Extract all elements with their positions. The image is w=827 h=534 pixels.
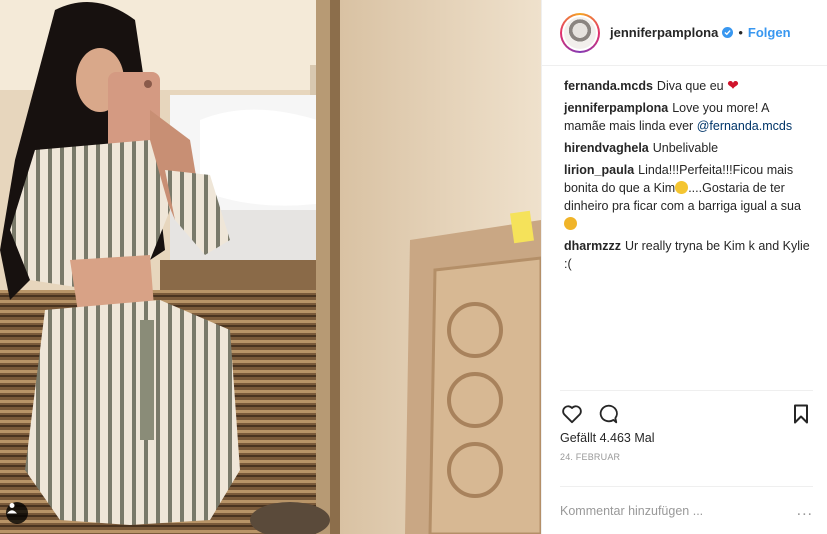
comment-input-area[interactable]: Kommentar hinzufügen ... ... [560,486,813,534]
comment-input[interactable]: Kommentar hinzufügen ... [560,504,797,518]
comment-item: fernanda.mcds Diva que eu ❤ [564,76,813,95]
comment-item: jenniferpamplona Love you more! A mamãe m… [564,99,813,135]
follow-button[interactable]: Folgen [748,25,791,40]
user-tag-button[interactable] [6,502,28,524]
save-button[interactable] [789,402,813,426]
avatar-image [564,16,596,49]
comment-author[interactable]: lirion_paula [564,163,634,177]
like-button[interactable] [560,402,584,426]
instagram-post: jenniferpamplona • Folgen fernanda.mcds D… [0,0,827,534]
mirror-selfie-photo [0,0,541,534]
comment-text: Diva que eu [656,79,724,93]
comment-author[interactable]: fernanda.mcds [564,79,653,93]
comment-item: dharmzzz Ur really tryna be Kim k and Kyl… [564,237,813,273]
heart-eyes-emoji-icon [675,181,689,194]
person-icon [7,503,17,514]
comment-author[interactable]: hirendvaghela [564,141,649,155]
heart-outline-icon [562,405,582,424]
post-side-panel: jenniferpamplona • Folgen fernanda.mcds D… [541,0,827,534]
avatar-ring [562,14,598,51]
comment-item: hirendvaghela Unbelivable [564,139,813,157]
post-actions: Gefällt 4.463 Mal 24. FEBRUAR [560,390,813,486]
comment-button[interactable] [596,402,620,426]
username-link[interactable]: jenniferpamplona [610,25,718,40]
more-options-button[interactable]: ... [797,502,813,520]
comment-list: fernanda.mcds Diva que eu ❤ jenniferpampl… [542,66,827,390]
comment-author[interactable]: jenniferpamplona [564,101,668,115]
mention-link[interactable]: @fernanda.mcds [697,119,792,133]
comment-text: Unbelivable [652,141,719,155]
speech-bubble-icon [599,404,618,424]
like-count[interactable]: Gefällt 4.463 Mal [560,431,813,445]
action-icon-row [560,399,813,429]
comment-item: lirion_paula Linda!!!Perfeita!!!Ficou mai… [564,161,813,233]
verified-badge-icon [722,27,734,38]
avatar[interactable] [560,12,600,53]
post-date[interactable]: 24. FEBRUAR [560,452,813,462]
sad-face-emoji-icon [564,217,577,230]
post-header: jenniferpamplona • Folgen [542,0,827,66]
heart-emoji-icon: ❤ [727,77,739,93]
header-separator: • [738,25,743,40]
bookmark-icon [794,404,808,424]
comment-author[interactable]: dharmzzz [564,239,621,253]
post-photo[interactable] [0,0,541,534]
